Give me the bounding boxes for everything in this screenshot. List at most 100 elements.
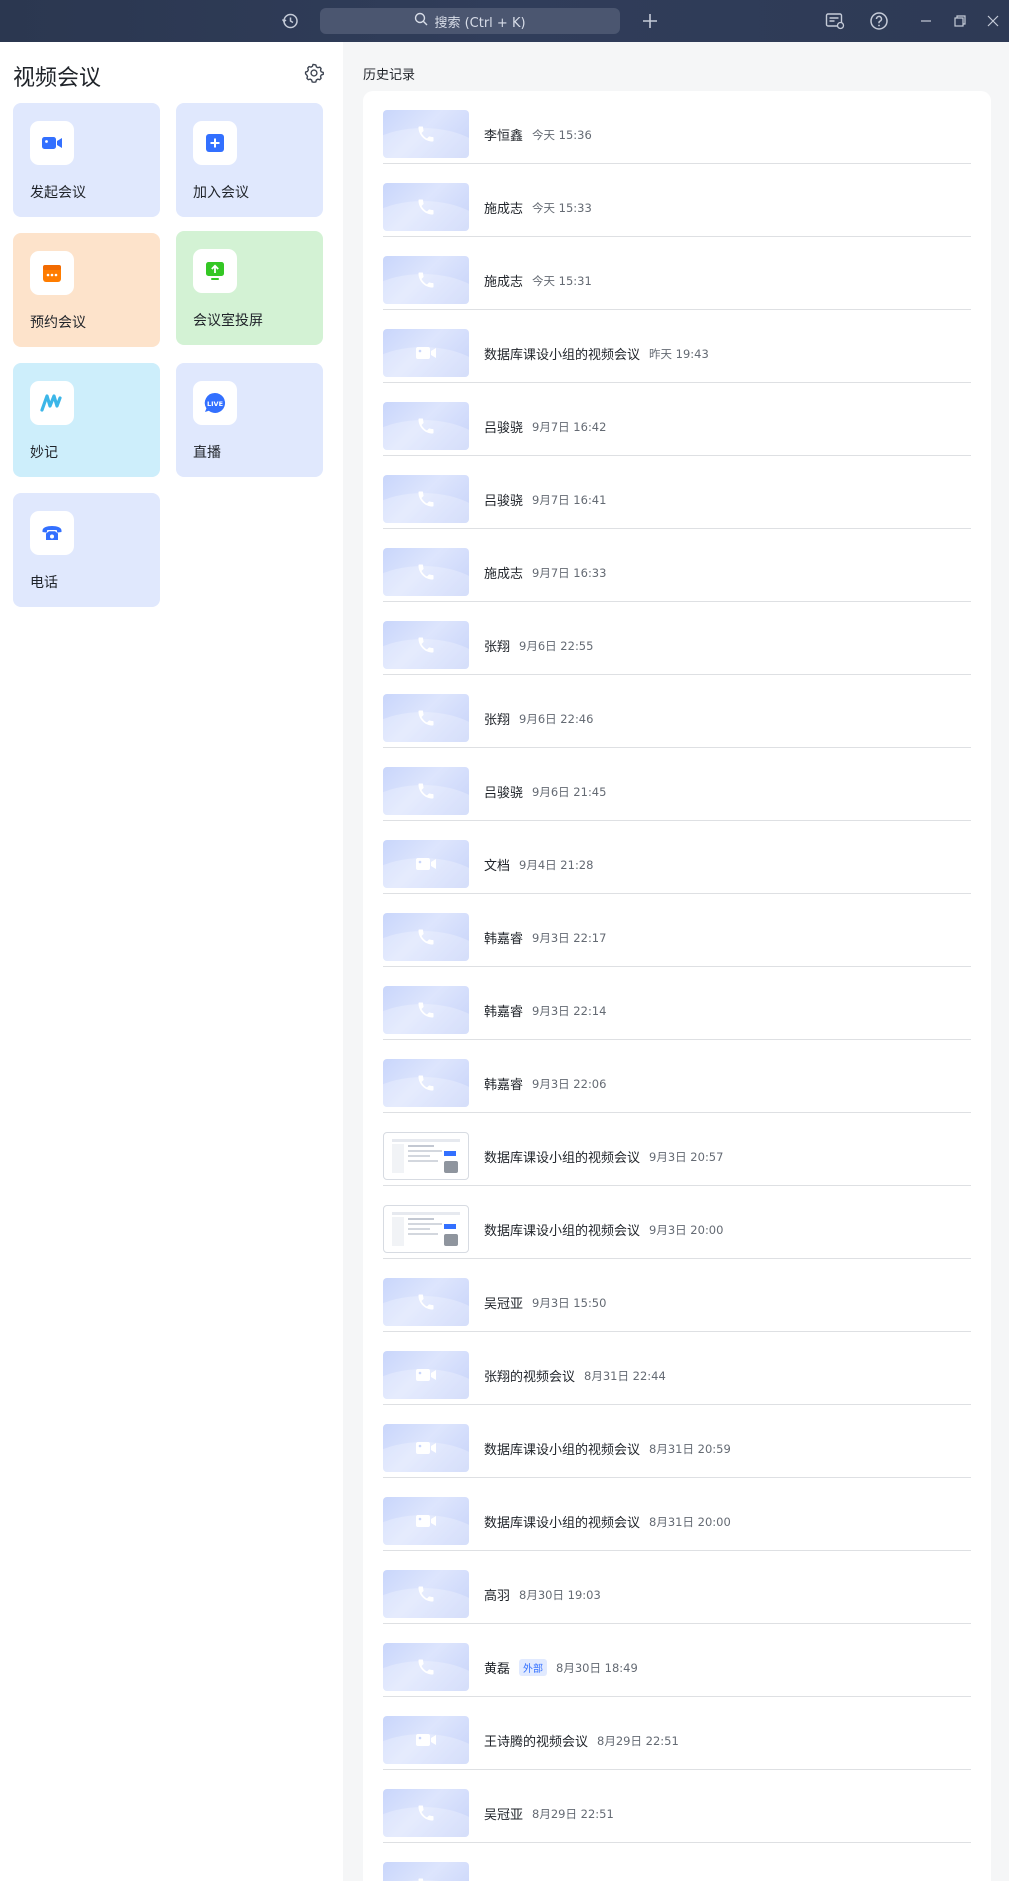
history-item-info: 施成志 9月7日 16:33 [484, 563, 607, 583]
history-item-time: 昨天 19:43 [649, 346, 709, 361]
history-item[interactable]: 施成志 今天 15:33 [383, 164, 971, 237]
video-meeting-icon [383, 1351, 469, 1399]
history-item-info: 文档 9月4日 21:28 [484, 855, 593, 875]
video-meeting-icon [383, 1424, 469, 1472]
phone-call-icon [383, 1643, 469, 1691]
history-item-time: 8月31日 20:00 [649, 1514, 731, 1529]
minimize-icon[interactable] [914, 9, 938, 33]
history-item-time: 9月7日 16:33 [532, 565, 607, 580]
history-item-info: 王诗腾的视频会议 8月29日 22:51 [484, 1731, 679, 1751]
recording-thumbnail [383, 1205, 469, 1253]
history-item[interactable]: 数据库课设小组的视频会议 昨天 19:43 [383, 310, 971, 383]
card-label: 直播 [193, 445, 221, 461]
minutes-icon [30, 381, 74, 425]
history-item-info: 黄磊 外部 8月30日 18:49 [484, 1658, 638, 1677]
history-item[interactable]: 吴冠亚 9月3日 15:50 [383, 1259, 971, 1332]
history-item[interactable]: 韩嘉睿 9月3日 22:06 [383, 1040, 971, 1113]
history-item[interactable]: 李恒鑫 今天 15:36 [383, 91, 971, 164]
history-item-name: 张翔的视频会议 [484, 1370, 576, 1385]
restore-icon[interactable] [948, 9, 972, 33]
search-placeholder: 搜索 (Ctrl + K) [434, 15, 526, 31]
history-item-time: 9月3日 15:50 [532, 1295, 607, 1310]
history-item[interactable]: 数据库课设小组的视频会议 9月3日 20:00 [383, 1186, 971, 1259]
minutes-card[interactable]: 妙记 [13, 363, 160, 477]
history-item-name: 吕骏骁 [484, 786, 524, 801]
join-meeting-card[interactable]: 加入会议 [176, 103, 323, 217]
history-item-name: 施成志 [484, 275, 524, 290]
history-item-time: 今天 15:33 [532, 200, 592, 215]
history-item[interactable]: 数据库课设小组的视频会议 8月31日 20:00 [383, 1478, 971, 1551]
history-item[interactable]: 吕骏骁 9月7日 16:41 [383, 456, 971, 529]
card-label: 发起会议 [30, 185, 86, 201]
history-item-name: 施成志 [484, 202, 524, 217]
history-item-info: 韩嘉睿 9月3日 22:06 [484, 1074, 606, 1094]
history-item-info: 施成志 今天 15:33 [484, 198, 592, 218]
history-icon[interactable] [278, 9, 302, 33]
history-item[interactable]: 施成志 今天 15:31 [383, 237, 971, 310]
history-item-name: 数据库课设小组的视频会议 [484, 348, 641, 363]
meeting-panel: 视频会议 发起会议 加入会议 预约会议 会议室投屏 妙记 LIVE 直播 电话 [0, 42, 343, 1881]
history-item[interactable]: 吴冠亚 8月29日 22:51 [383, 1770, 971, 1843]
history-item[interactable]: 高羽 8月30日 19:03 [383, 1551, 971, 1624]
phone-card[interactable]: 电话 [13, 493, 160, 607]
svg-text:LIVE: LIVE [207, 400, 223, 408]
history-item-name: 数据库课设小组的视频会议 [484, 1224, 641, 1239]
video-meeting-icon [383, 840, 469, 888]
start-meeting-card[interactable]: 发起会议 [13, 103, 160, 217]
phone-call-icon [383, 1789, 469, 1837]
history-item[interactable]: 王诗腾的视频会议 8月29日 22:51 [383, 1697, 971, 1770]
plus-icon[interactable] [638, 9, 662, 33]
history-item-time: 9月3日 20:00 [649, 1222, 724, 1237]
history-item[interactable]: 施成志 9月7日 16:33 [383, 529, 971, 602]
history-item[interactable]: 张翔的视频会议 8月31日 22:44 [383, 1332, 971, 1405]
history-item-info: 数据库课设小组的视频会议 8月31日 20:00 [484, 1512, 731, 1532]
live-icon: LIVE [193, 381, 237, 425]
history-item-time: 9月7日 16:41 [532, 492, 607, 507]
history-item-info: 吕骏骁 9月7日 16:41 [484, 490, 607, 510]
room-screen-share-card[interactable]: 会议室投屏 [176, 231, 323, 345]
history-item-name: 吕骏骁 [484, 421, 524, 436]
history-item-info: 李恒鑫 今天 15:36 [484, 125, 592, 145]
history-item-name: 韩嘉睿 [484, 1078, 524, 1093]
history-item-time: 9月3日 22:17 [532, 930, 607, 945]
video-meeting-icon [383, 329, 469, 377]
history-item[interactable]: 数据库课设小组的视频会议 8月31日 20:59 [383, 1405, 971, 1478]
history-item[interactable]: 文档 9月4日 21:28 [383, 821, 971, 894]
history-item-info: 吕骏骁 9月6日 21:45 [484, 782, 607, 802]
history-item[interactable]: 张翔 9月6日 22:46 [383, 675, 971, 748]
help-icon[interactable] [867, 9, 891, 33]
phone-call-icon [383, 402, 469, 450]
history-item[interactable]: 数据库课设小组的视频会议 9月3日 20:57 [383, 1113, 971, 1186]
card-label: 妙记 [30, 445, 58, 461]
card-label: 预约会议 [30, 315, 86, 331]
card-label: 电话 [30, 575, 58, 591]
history-item-info: 张翔的视频会议 8月31日 22:44 [484, 1366, 666, 1386]
history-item[interactable]: 黄磊 外部 8月30日 18:49 [383, 1624, 971, 1697]
history-item-time: 8月29日 22:51 [532, 1806, 614, 1821]
schedule-meeting-card[interactable]: 预约会议 [13, 233, 160, 347]
history-item[interactable]: 韩嘉睿 9月3日 22:17 [383, 894, 971, 967]
history-item[interactable]: 张翔 9月6日 22:55 [383, 602, 971, 675]
history-item-name: 数据库课设小组的视频会议 [484, 1151, 641, 1166]
page-title: 视频会议 [13, 66, 102, 91]
history-item-info: 数据库课设小组的视频会议 9月3日 20:00 [484, 1220, 724, 1240]
notification-icon[interactable] [823, 9, 847, 33]
history-item-info: 韩嘉睿 9月3日 22:14 [484, 1001, 606, 1021]
history-item[interactable]: 吕骏骁 9月6日 21:45 [383, 748, 971, 821]
history-item-name: 吕骏骁 [484, 494, 524, 509]
history-item-info: 韩嘉睿 9月3日 22:17 [484, 928, 607, 948]
history-item-time: 9月6日 21:45 [532, 784, 607, 799]
history-item-time: 8月30日 18:49 [556, 1660, 638, 1675]
live-card[interactable]: LIVE 直播 [176, 363, 323, 477]
search-input[interactable]: 搜索 (Ctrl + K) [320, 8, 620, 34]
history-item[interactable]: 吕骏骁 9月7日 16:42 [383, 383, 971, 456]
phone-call-icon [383, 475, 469, 523]
history-item[interactable] [383, 1843, 971, 1881]
history-item-time: 9月3日 20:57 [649, 1149, 724, 1164]
close-icon[interactable] [981, 9, 1005, 33]
history-item[interactable]: 韩嘉睿 9月3日 22:14 [383, 967, 971, 1040]
gear-icon[interactable] [303, 62, 325, 84]
phone-call-icon [383, 694, 469, 742]
history-item-info: 张翔 9月6日 22:46 [484, 709, 593, 729]
search-icon [414, 12, 428, 30]
